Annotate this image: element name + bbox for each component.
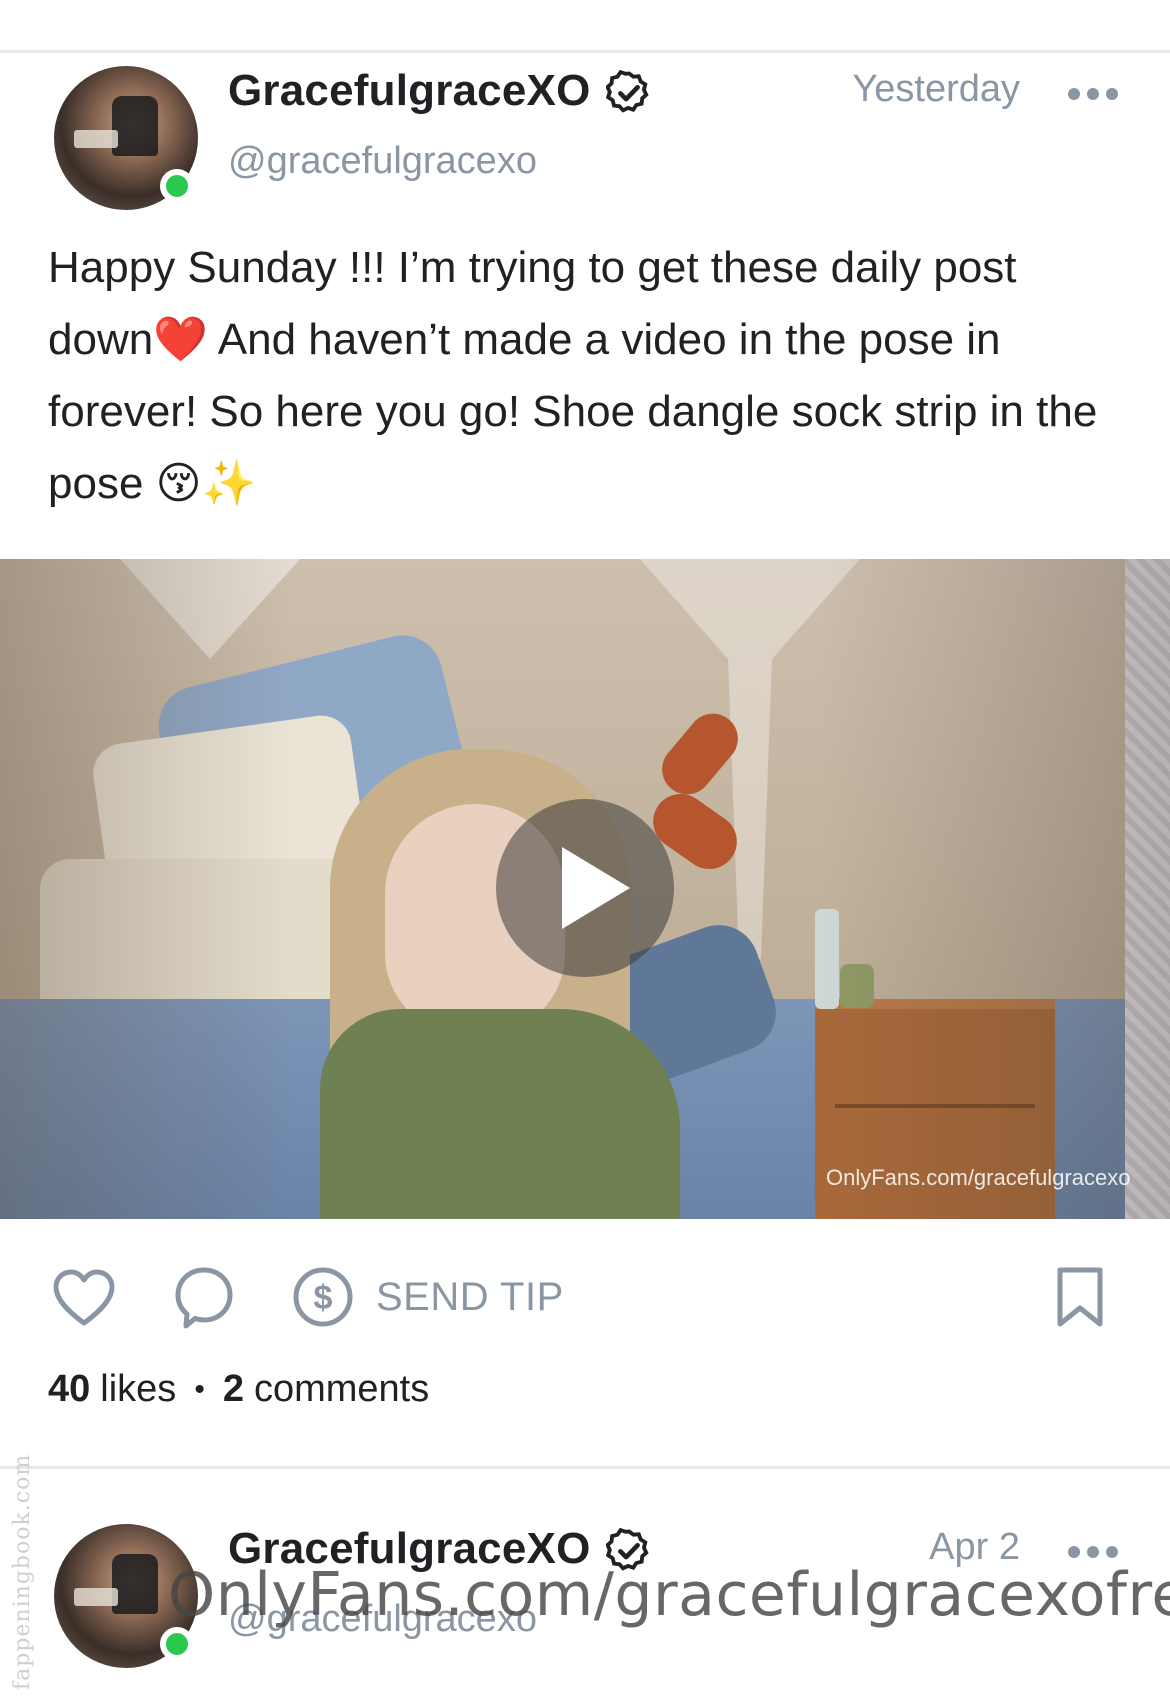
media-watermark: OnlyFans.com/gracefulgracexo <box>826 1165 1131 1190</box>
more-options-icon[interactable] <box>1066 1542 1120 1562</box>
comments-label[interactable]: comments <box>254 1368 429 1411</box>
comment-icon[interactable] <box>174 1266 234 1330</box>
comments-count[interactable]: 2 <box>223 1368 244 1411</box>
author-display-name[interactable]: GracefulgraceXO <box>228 66 591 116</box>
online-status-dot <box>160 1627 194 1661</box>
post-caption: Happy Sunday !!! I’m trying to get these… <box>48 243 1098 508</box>
author-handle[interactable]: @gracefulgracexo <box>228 140 537 183</box>
bookmark-icon[interactable] <box>1052 1266 1108 1328</box>
post-actions: $ SEND TIP <box>0 1262 1170 1332</box>
play-icon <box>562 847 630 929</box>
large-watermark: OnlyFans.com/gracefulgracexofree <box>168 1560 1170 1630</box>
heart-icon[interactable] <box>52 1268 116 1328</box>
online-status-dot <box>160 169 194 203</box>
verified-badge-icon <box>606 70 649 113</box>
svg-text:$: $ <box>314 1279 333 1317</box>
send-tip-label: SEND TIP <box>376 1274 564 1319</box>
send-tip-button[interactable]: $ SEND TIP <box>292 1262 564 1332</box>
stats-separator: • <box>194 1372 205 1406</box>
likes-count[interactable]: 40 <box>48 1368 90 1411</box>
dollar-icon: $ <box>293 1267 353 1327</box>
post-stats: 40 likes • 2 comments <box>48 1368 429 1411</box>
top-divider <box>0 50 1170 53</box>
play-button[interactable] <box>496 799 674 977</box>
more-options-icon[interactable] <box>1066 84 1120 104</box>
post-video[interactable]: OnlyFans.com/gracefulgracexo <box>0 559 1170 1219</box>
post-divider <box>0 1466 1170 1469</box>
side-watermark: fappeningbook.com <box>10 1453 35 1690</box>
post-header: GracefulgraceXO @gracefulgracexo Yesterd… <box>0 60 1170 220</box>
post-timestamp[interactable]: Yesterday <box>852 68 1020 111</box>
likes-label[interactable]: likes <box>100 1368 176 1411</box>
